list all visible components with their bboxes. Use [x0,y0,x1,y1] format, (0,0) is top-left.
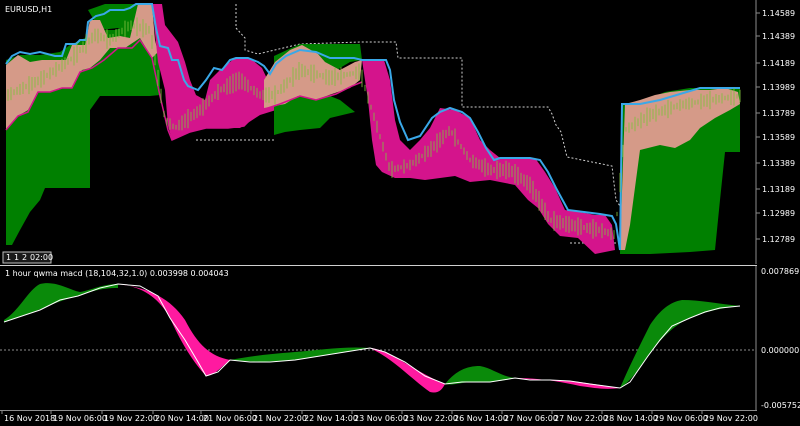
indicator-title: 1 hour qwma macd (18,104,32,1.0) 0.00399… [5,269,229,278]
price-axis-label: 1.14389 [762,32,795,41]
time-axis-label: 29 Nov 22:00 [704,414,758,423]
time-box: 02:00 [30,253,53,262]
time-axis-label: 20 Nov 14:00 [155,414,209,423]
price-axis-label: 1.14189 [762,59,795,68]
time-axis-label: 27 Nov 06:00 [504,414,558,423]
macd-axis-label: -0.005752 [761,401,800,410]
time-axis-label: 16 Nov 2018 [4,414,55,423]
time-axis-label: 29 Nov 06:00 [654,414,708,423]
scale-box-2: 1 [14,253,19,262]
time-axis-label: 19 Nov 06:00 [53,414,107,423]
time-axis-label: 21 Nov 22:00 [253,414,307,423]
time-axis-label: 23 Nov 06:00 [354,414,408,423]
price-axis-label: 1.13189 [762,185,795,194]
price-axis-label: 1.14589 [762,9,795,18]
scale-box[interactable]: 1 1 2 02:00 [2,251,53,264]
price-axis-label: 1.12789 [762,235,795,244]
time-axis-label: 26 Nov 14:00 [454,414,508,423]
price-axis-label: 1.12989 [762,209,795,218]
macd-axis-label: 0.007869 [761,267,799,276]
time-axis-label: 19 Nov 22:00 [104,414,158,423]
scale-box-3: 2 [22,253,27,262]
time-axis-label: 21 Nov 06:00 [203,414,257,423]
macd-axis-label: 0.000000 [761,346,799,355]
price-axis-label: 1.13589 [762,133,795,142]
time-axis-label: 23 Nov 22:00 [404,414,458,423]
time-axis-label: 27 Nov 22:00 [554,414,608,423]
price-axis-label: 1.13389 [762,159,795,168]
time-axis-label: 22 Nov 14:00 [304,414,358,423]
price-axis-label: 1.13789 [762,109,795,118]
symbol-title: EURUSD,H1 [5,5,52,14]
chart-window[interactable]: 1.14589 1.14389 1.14189 1.13989 1.13789 1.135… [0,0,800,426]
time-axis-label: 28 Nov 14:00 [604,414,658,423]
scale-box-1: 1 [6,253,11,262]
price-axis-label: 1.13989 [762,83,795,92]
